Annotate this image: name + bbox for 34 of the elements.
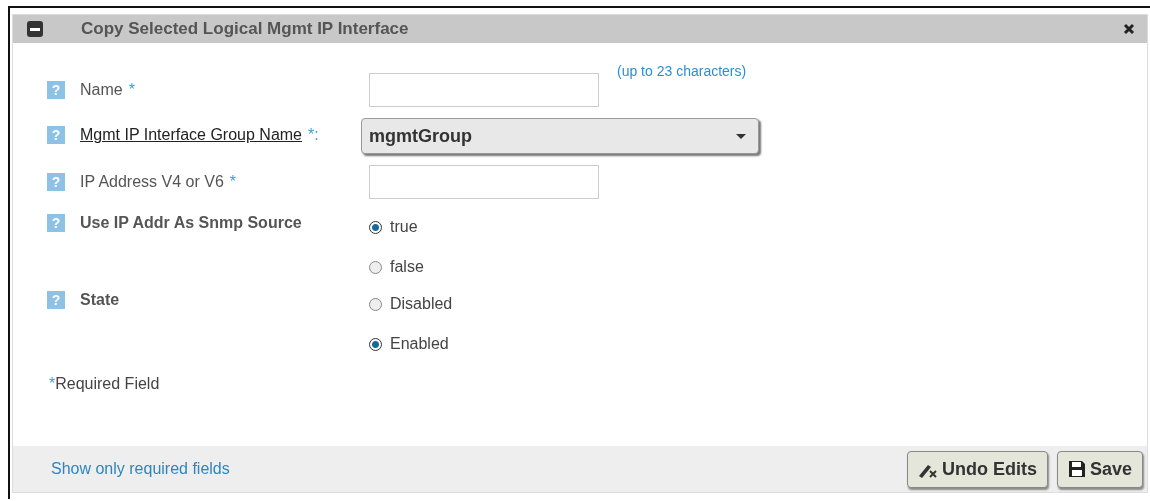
field-label-link[interactable]: Mgmt IP Interface Group Name bbox=[80, 126, 302, 144]
required-mark: *: bbox=[308, 126, 319, 144]
required-mark: * bbox=[229, 173, 237, 191]
dialog-title: Copy Selected Logical Mgmt IP Interface bbox=[81, 19, 410, 39]
save-button[interactable]: Save bbox=[1056, 450, 1143, 488]
help-icon[interactable]: ? bbox=[47, 81, 65, 99]
radio-button[interactable] bbox=[369, 297, 382, 311]
option-label: Enabled bbox=[390, 335, 449, 353]
text-field[interactable] bbox=[369, 73, 599, 107]
help-icon[interactable]: ? bbox=[47, 173, 65, 191]
option-label: false bbox=[390, 258, 424, 276]
field-label: State bbox=[80, 290, 120, 310]
close-icon[interactable] bbox=[1123, 23, 1135, 35]
collapse-icon[interactable] bbox=[27, 21, 43, 37]
radio-button[interactable] bbox=[369, 337, 382, 351]
help-icon[interactable]: ? bbox=[47, 214, 65, 232]
caret-icon bbox=[736, 133, 746, 139]
help-icon[interactable]: ? bbox=[47, 126, 65, 144]
option-label: Disabled bbox=[390, 295, 453, 313]
help-icon[interactable]: ? bbox=[47, 291, 65, 309]
show-required-link[interactable]: Show only required fields bbox=[51, 460, 230, 478]
dropdown[interactable]: mgmtGroup bbox=[361, 118, 759, 154]
radio-button[interactable] bbox=[369, 260, 382, 274]
field-label: IP Address V4 or V6 bbox=[80, 173, 224, 191]
text-field[interactable] bbox=[369, 165, 599, 199]
field-label: Name bbox=[80, 81, 123, 99]
undo-button[interactable]: Undo Edits bbox=[906, 450, 1048, 488]
radio-button[interactable] bbox=[369, 220, 382, 234]
required-mark: * bbox=[49, 375, 56, 392]
required-note: Required Field bbox=[55, 375, 160, 392]
field-label: Use IP Addr As Snmp Source bbox=[80, 213, 302, 233]
option-label: true bbox=[390, 218, 418, 236]
hint-text: (up to 23 characters) bbox=[617, 63, 747, 79]
required-mark: * bbox=[128, 81, 135, 99]
